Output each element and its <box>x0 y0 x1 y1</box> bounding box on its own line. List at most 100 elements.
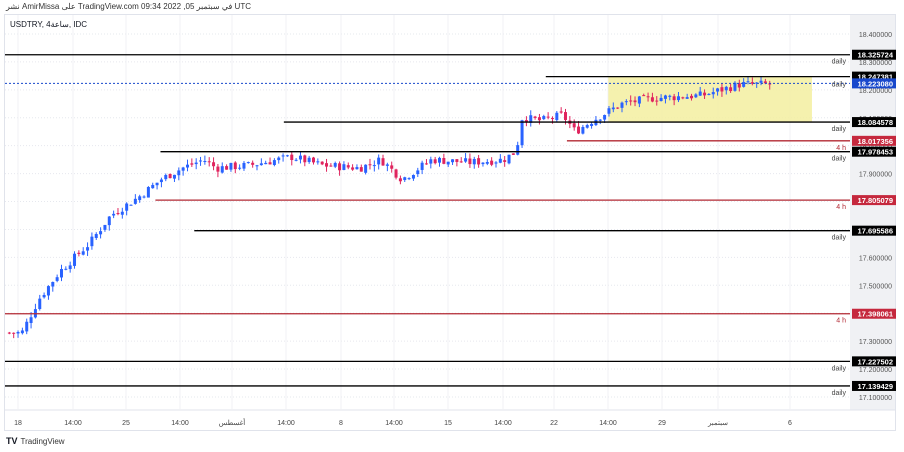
candle-body <box>537 117 541 121</box>
candle-body <box>507 154 511 164</box>
candle-body <box>298 155 302 160</box>
level-timeframe-label: 4 h <box>836 204 846 211</box>
y-tick-label: 17.500000 <box>859 283 892 290</box>
candle-body <box>138 196 142 201</box>
candle-body <box>472 158 476 165</box>
x-tick-label: 14:00 <box>385 420 403 427</box>
candle-body <box>346 165 350 168</box>
candle-body <box>55 277 59 281</box>
level-price-label: 17.695586 <box>858 227 893 236</box>
candle-body <box>38 298 42 309</box>
candle-body <box>598 119 602 121</box>
candle-body <box>294 159 298 161</box>
x-tick-label: 8 <box>339 420 343 427</box>
candle-body <box>155 182 159 186</box>
y-tick-label: 17.900000 <box>859 172 892 179</box>
y-tick-label: 17.100000 <box>859 395 892 402</box>
x-tick-label: 14:00 <box>64 420 82 427</box>
level-price-label: 18.017356 <box>858 137 893 146</box>
candle-body <box>99 231 103 235</box>
candle-body <box>281 155 285 157</box>
candle-body <box>120 211 124 215</box>
candle-body <box>381 158 385 166</box>
candle-body <box>676 96 680 101</box>
candle-body <box>572 123 576 128</box>
candle-body <box>681 97 685 99</box>
candle-body <box>581 127 585 134</box>
level-price-label: 17.139429 <box>858 382 893 391</box>
candle-body <box>390 165 394 169</box>
candle-body <box>655 100 659 102</box>
candle-body <box>555 112 559 120</box>
tradingview-logo-icon: TV <box>6 436 18 446</box>
y-tick-label: 17.300000 <box>859 339 892 346</box>
candle-body <box>650 97 654 102</box>
candle-body <box>242 162 246 169</box>
x-tick-label: 14:00 <box>599 420 617 427</box>
candle-body <box>468 158 472 165</box>
candle-body <box>611 107 615 110</box>
candle-body <box>311 157 315 163</box>
candle-body <box>633 100 637 103</box>
candle-body <box>498 158 502 163</box>
level-timeframe-label: daily <box>832 126 847 133</box>
candle-body <box>368 164 372 166</box>
candle-body <box>203 160 207 162</box>
candle-body <box>729 87 733 92</box>
candle-body <box>51 281 55 287</box>
candle-body <box>420 162 424 170</box>
symbol-info: USDTRY, 4ساعة, IDC <box>10 20 88 29</box>
candle-body <box>438 157 442 163</box>
candle-body <box>16 331 20 334</box>
candle-body <box>177 170 181 176</box>
candle-body <box>737 83 741 88</box>
candle-body <box>333 162 337 167</box>
candle-body <box>494 162 498 164</box>
candle-body <box>564 112 568 120</box>
candle-body <box>716 88 720 92</box>
x-tick-label: 29 <box>658 420 666 427</box>
candle-body <box>290 154 294 161</box>
x-tick-label: 14:00 <box>277 420 295 427</box>
candle-body <box>603 115 607 120</box>
level-timeframe-label: 4 h <box>836 145 846 152</box>
candle-body <box>429 159 433 164</box>
candle-body <box>385 164 389 166</box>
candle-body <box>125 203 129 211</box>
level-price-label: 18.325724 <box>858 51 894 60</box>
candle-body <box>411 174 415 179</box>
candle-body <box>711 92 715 95</box>
candle-body <box>433 159 437 164</box>
candle-body <box>216 166 220 172</box>
candle-body <box>364 164 368 173</box>
candle-body <box>207 161 211 163</box>
x-tick-label: 22 <box>550 420 558 427</box>
candle-body <box>672 96 676 101</box>
candle-body <box>129 204 133 206</box>
candle-body <box>168 173 172 179</box>
candle-body <box>724 86 728 91</box>
candle-body <box>42 294 46 298</box>
current-price-label: 18.223080 <box>858 79 893 88</box>
candle-body <box>220 166 224 173</box>
candle-body <box>255 165 259 167</box>
candle-body <box>212 162 216 167</box>
candle-body <box>112 213 116 216</box>
level-price-label: 17.805079 <box>858 196 893 205</box>
candle-body <box>316 161 320 163</box>
candle-body <box>616 107 620 109</box>
candle-body <box>707 94 711 96</box>
candle-body <box>116 213 120 215</box>
level-timeframe-label: daily <box>832 365 847 372</box>
footer-brand: TradingView <box>20 436 65 446</box>
level-timeframe-label: daily <box>832 156 847 163</box>
candle-body <box>320 161 324 165</box>
candle-body <box>590 123 594 126</box>
candle-body <box>694 94 698 98</box>
candle-body <box>416 170 420 175</box>
price-chart[interactable]: 18.40000018.30000018.20000018.10000018.0… <box>0 0 904 452</box>
candle-body <box>424 163 428 165</box>
level-timeframe-label: daily <box>832 235 847 242</box>
candle-body <box>746 81 750 83</box>
candle-body <box>194 162 198 165</box>
